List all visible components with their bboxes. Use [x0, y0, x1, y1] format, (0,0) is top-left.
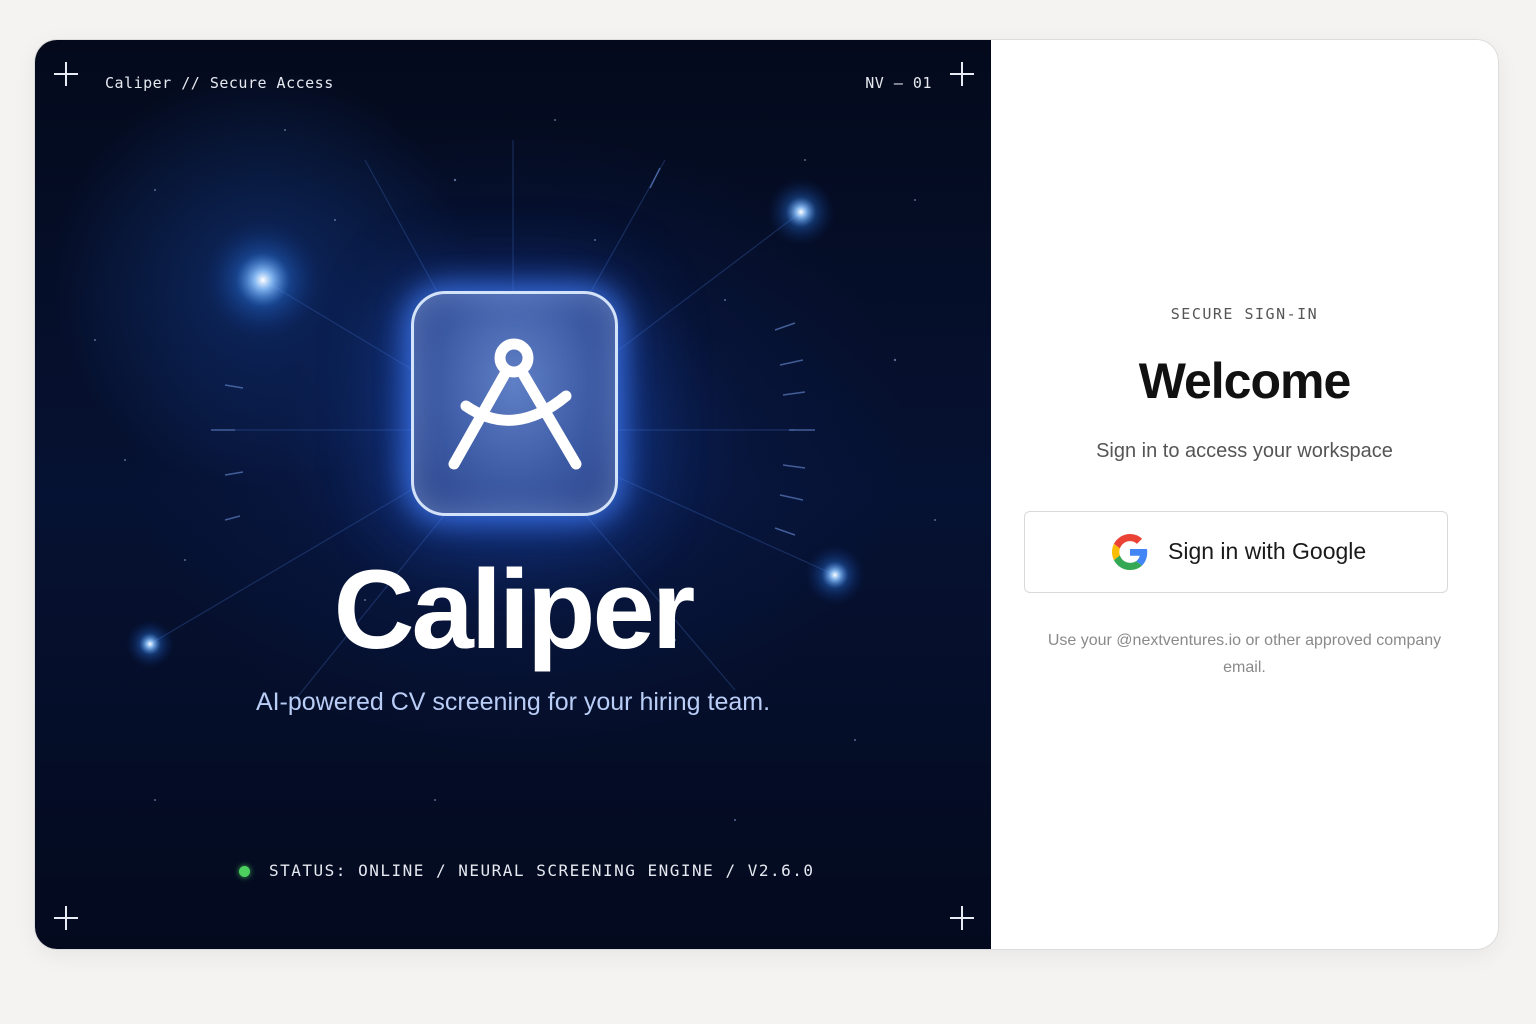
brand-name: Caliper: [333, 547, 696, 672]
corner-crosshair-icon: [54, 62, 78, 86]
corner-crosshair-icon: [54, 906, 78, 930]
panel-code: NV — 01: [865, 74, 932, 92]
app-logo: [411, 291, 618, 516]
status-line: STATUS: ONLINE / NEURAL SCREENING ENGINE…: [269, 861, 815, 880]
tagline: AI-powered CV screening for your hiring …: [255, 688, 771, 716]
status-online-indicator: [239, 866, 250, 877]
signin-eyebrow: SECURE SIGN-IN: [1170, 305, 1319, 323]
corner-crosshair-icon: [950, 906, 974, 930]
email-hint: Use your @nextventures.io or other appro…: [1047, 632, 1442, 676]
signin-panel: SECURE SIGN-IN Welcome Sign in to access…: [991, 40, 1498, 949]
signin-subtitle: Sign in to access your workspace: [1096, 440, 1393, 462]
corner-crosshair-icon: [950, 62, 974, 86]
google-g-icon: [1112, 534, 1148, 570]
page-title: Welcome: [1138, 353, 1352, 409]
google-button-label: Sign in with Google: [1168, 538, 1367, 564]
login-window: Caliper // Secure Access NV — 01 Caliper…: [35, 40, 1498, 949]
window-title: Caliper // Secure Access: [105, 74, 334, 92]
hero-panel: Caliper // Secure Access NV — 01 Caliper…: [35, 40, 991, 949]
caliper-compass-icon: [448, 338, 582, 470]
google-signin-button[interactable]: Sign in with Google: [1024, 511, 1448, 593]
